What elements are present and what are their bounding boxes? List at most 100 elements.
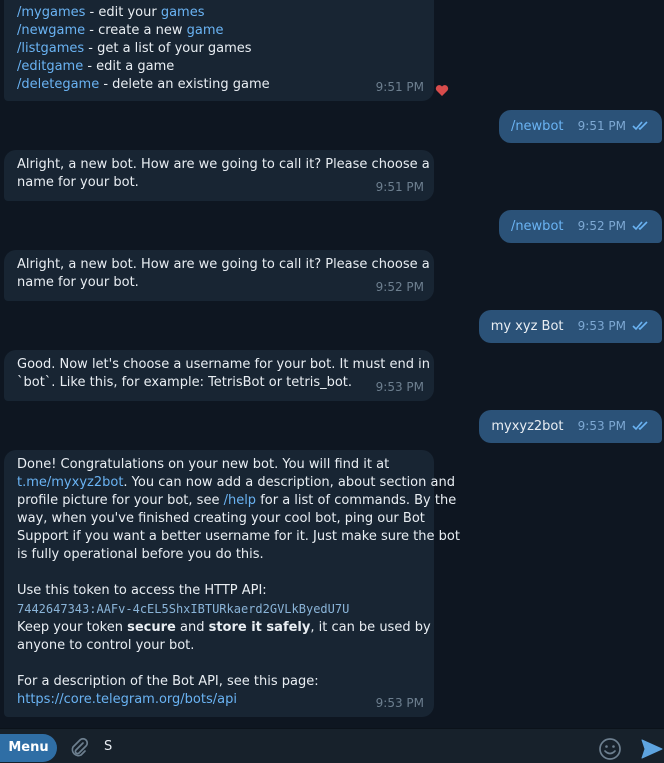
- message-time: 9:53 PM: [578, 317, 650, 335]
- message-line: /newbot: [511, 219, 564, 234]
- message-bubble-incoming[interactable]: Good. Now let's choose a username for yo…: [4, 350, 434, 401]
- message-line: is fully operational before you do this.: [17, 546, 422, 564]
- chat-history[interactable]: /mygames - edit your games/newgame - cre…: [0, 0, 664, 728]
- message-text: my xyz Bot: [491, 319, 564, 334]
- text-span: - delete an existing game: [99, 77, 270, 92]
- message-text: /newbot: [511, 219, 564, 234]
- message-text: Alright, a new bot. How are we going to …: [17, 156, 430, 192]
- text-span: - edit a game: [83, 59, 175, 74]
- command-link[interactable]: /newbot: [511, 219, 564, 234]
- message-bubble-incoming[interactable]: /mygames - edit your games/newgame - cre…: [4, 0, 434, 101]
- message-bubble-incoming[interactable]: Alright, a new bot. How are we going to …: [4, 150, 434, 201]
- text-span: name for your bot.: [17, 275, 139, 290]
- send-icon[interactable]: [640, 737, 664, 761]
- hyperlink[interactable]: games: [161, 5, 205, 20]
- message-line: my xyz Bot: [491, 319, 564, 334]
- message-line: https://core.telegram.org/bots/api: [17, 691, 422, 709]
- command-link[interactable]: /mygames: [17, 5, 85, 20]
- hyperlink[interactable]: t.me/myxyz2bot: [17, 475, 123, 490]
- text-span: is fully operational before you do this.: [17, 547, 264, 562]
- message-line: name for your bot.: [17, 274, 422, 292]
- message-input[interactable]: S: [104, 737, 574, 757]
- message-line: anyone to control your bot.: [17, 637, 422, 655]
- text-span: For a description of the Bot API, see th…: [17, 674, 319, 689]
- text-span: way, when you've finished creating your …: [17, 511, 425, 526]
- text-span: Alright, a new bot. How are we going to …: [17, 157, 430, 172]
- message-bubble-outgoing[interactable]: myxyz2bot 9:53 PM: [479, 410, 662, 443]
- message-time: 9:52 PM: [578, 217, 650, 235]
- text-span: anyone to control your bot.: [17, 638, 195, 653]
- hyperlink[interactable]: https://core.telegram.org/bots/api: [17, 692, 237, 707]
- message-bubble-outgoing[interactable]: /newbot 9:52 PM: [498, 210, 662, 243]
- message-text: /newbot: [511, 119, 564, 134]
- text-span: my xyz Bot: [490, 319, 564, 334]
- double-check-icon: [632, 121, 648, 131]
- command-link[interactable]: /newbot: [511, 119, 564, 134]
- hyperlink[interactable]: game: [187, 23, 224, 38]
- text-span: `bot`. Like this, for example: TetrisBot…: [17, 375, 353, 390]
- message-line: Good. Now let's choose a username for yo…: [17, 356, 430, 374]
- message-time: 9:51 PM: [375, 180, 424, 194]
- message-time: 9:53 PM: [375, 696, 424, 710]
- command-link[interactable]: /newgame: [17, 23, 85, 38]
- bold-text: secure: [127, 620, 176, 635]
- double-check-icon: [632, 221, 648, 231]
- text-span: myxyz2bot: [491, 419, 564, 434]
- text-span: profile picture for your bot, see: [17, 493, 224, 508]
- message-line: Done! Congratulations on your new bot. Y…: [17, 456, 422, 474]
- message-line: /newbot: [511, 119, 564, 134]
- message-composer: Menu S: [0, 728, 664, 763]
- message-line: t.me/myxyz2bot. You can now add a descri…: [17, 474, 455, 492]
- message-bubble-incoming[interactable]: Done! Congratulations on your new bot. Y…: [4, 450, 460, 717]
- command-link[interactable]: /help: [224, 493, 256, 508]
- text-span: Done! Congratulations on your new bot. Y…: [17, 457, 390, 472]
- bold-text: store it safely: [208, 620, 311, 635]
- message-text: /mygames - edit your games/newgame - cre…: [17, 4, 422, 94]
- message-text: Alright, a new bot. How are we going to …: [17, 256, 430, 292]
- message-bubble-outgoing[interactable]: my xyz Bot 9:53 PM: [478, 310, 662, 343]
- message-line: /listgames - get a list of your games: [17, 40, 422, 58]
- message-line: `bot`. Like this, for example: TetrisBot…: [17, 374, 422, 392]
- menu-button[interactable]: Menu: [0, 734, 57, 762]
- double-check-icon: [632, 321, 648, 331]
- command-link[interactable]: /deletegame: [17, 77, 99, 92]
- message-line: /deletegame - delete an existing game: [17, 76, 422, 94]
- message-line: [17, 564, 422, 582]
- text-span: Alright, a new bot. How are we going to …: [17, 257, 430, 272]
- text-span: - create a new: [85, 23, 187, 38]
- double-check-icon: [632, 421, 648, 431]
- message-line: myxyz2bot: [491, 419, 563, 434]
- message-line: /newgame - create a new game: [17, 22, 422, 40]
- message-line: [17, 655, 422, 673]
- message-text: Good. Now let's choose a username for yo…: [17, 356, 430, 392]
- message-text: Done! Congratulations on your new bot. Y…: [17, 456, 460, 709]
- message-time: 9:53 PM: [578, 417, 650, 435]
- paperclip-icon[interactable]: [68, 737, 90, 759]
- message-line: Support if you want a better username fo…: [17, 528, 460, 546]
- text-span: - edit your: [85, 5, 161, 20]
- text-span: - get a list of your games: [84, 41, 252, 56]
- text-span: Good. Now let's choose a username for yo…: [17, 357, 430, 372]
- message-time: 9:51 PM: [375, 80, 424, 94]
- message-line: 7442647343:AAFv-4cEL5ShxIBTURkaerd2GVLkB…: [17, 600, 422, 619]
- message-line: profile picture for your bot, see /help …: [17, 492, 456, 510]
- message-line: Alright, a new bot. How are we going to …: [17, 156, 430, 174]
- emoji-icon[interactable]: [598, 737, 622, 761]
- message-line: Alright, a new bot. How are we going to …: [17, 256, 430, 274]
- command-link[interactable]: /listgames: [17, 41, 84, 56]
- message-line: way, when you've finished creating your …: [17, 510, 425, 528]
- message-bubble-incoming[interactable]: Alright, a new bot. How are we going to …: [4, 250, 434, 301]
- api-token[interactable]: 7442647343:AAFv-4cEL5ShxIBTURkaerd2GVLkB…: [17, 602, 349, 616]
- text-span: and: [175, 620, 209, 635]
- message-line: For a description of the Bot API, see th…: [17, 673, 422, 691]
- text-span: . You can now add a description, about s…: [123, 475, 455, 490]
- message-line: Keep your token secure and store it safe…: [17, 619, 431, 637]
- text-span: Keep your token: [17, 620, 128, 635]
- message-line: Use this token to access the HTTP API:: [17, 582, 422, 600]
- message-line: name for your bot.: [17, 174, 422, 192]
- message-bubble-outgoing[interactable]: /newbot 9:51 PM: [498, 110, 662, 143]
- command-link[interactable]: /editgame: [17, 59, 83, 74]
- text-span: name for your bot.: [17, 175, 139, 190]
- message-text: myxyz2bot: [491, 419, 563, 434]
- heart-icon[interactable]: [435, 84, 449, 97]
